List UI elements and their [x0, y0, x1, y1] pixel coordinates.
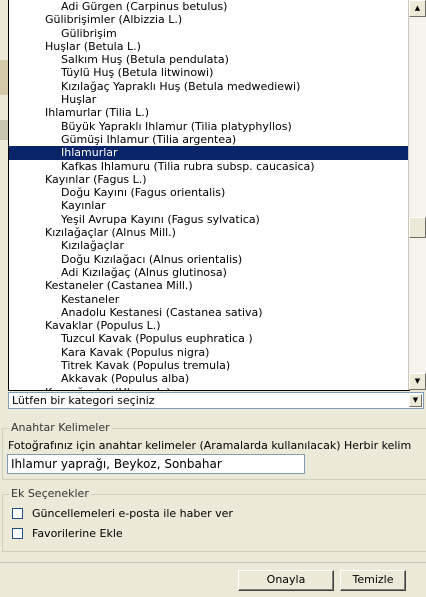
category-dropdown-list[interactable]: Adi Gürgen (Carpinus betulus) Gülibrişiml…: [8, 0, 410, 391]
category-option[interactable]: Kestaneler: [9, 293, 409, 306]
category-option[interactable]: Kızılağaçlar: [9, 239, 409, 252]
confirm-button[interactable]: Onayla: [238, 570, 334, 591]
category-group-option[interactable]: Kızılağaçlar (Alnus Mill.): [9, 226, 409, 239]
category-option[interactable]: Kafkas Ihlamuru (Tilia rubra subsp. cauc…: [9, 160, 409, 173]
scroll-down-button[interactable]: ▼: [409, 373, 426, 390]
vertical-scrollbar[interactable]: ▲ ▼: [408, 0, 426, 390]
category-option[interactable]: Ihlamurlar: [9, 146, 409, 160]
favorites-label: Favorilerine Ekle: [32, 527, 123, 540]
category-group-option[interactable]: Gülibrişimler (Albizzia L.): [9, 13, 409, 26]
category-group-option[interactable]: Ihlamurlar (Tilia L.): [9, 106, 409, 119]
category-option[interactable]: Huşlar: [9, 93, 409, 106]
category-option[interactable]: Doğu Kızılağacı (Alnus orientalis): [9, 253, 409, 266]
category-option[interactable]: Salkım Huş (Betula pendulata): [9, 53, 409, 66]
category-select-value: Lütfen bir kategori seçiniz: [12, 394, 155, 407]
email-updates-checkbox[interactable]: [12, 508, 23, 519]
keywords-description: Fotoğrafınız için anahtar kelimeler (Ara…: [8, 439, 412, 452]
category-group-option[interactable]: Huşlar (Betula L.): [9, 40, 409, 53]
category-option[interactable]: Büyük Yapraklı Ihlamur (Tilia platyphyll…: [9, 120, 409, 133]
category-option[interactable]: Anadolu Kestanesi (Castanea sativa): [9, 306, 409, 319]
scroll-thumb[interactable]: [409, 217, 426, 238]
category-option[interactable]: Tuzcul Kavak (Populus euphratica ): [9, 332, 409, 345]
action-bar: Onayla Temizle: [0, 562, 426, 597]
category-group-option[interactable]: Karaağaçlar (Ulmus L.): [9, 386, 409, 390]
category-option[interactable]: Gümüşi Ihlamur (Tilia argentea): [9, 133, 409, 146]
category-option[interactable]: Titrek Kavak (Populus tremula): [9, 359, 409, 372]
category-group-option[interactable]: Kavaklar (Populus L.): [9, 319, 409, 332]
category-group-option[interactable]: Kestaneler (Castanea Mill.): [9, 279, 409, 292]
category-option[interactable]: Adi Kızılağaç (Alnus glutinosa): [9, 266, 409, 279]
category-option[interactable]: Kızılağaç Yapraklı Huş (Betula medwediew…: [9, 80, 409, 93]
clear-button[interactable]: Temizle: [340, 570, 406, 591]
options-fieldset: [2, 494, 426, 552]
category-option[interactable]: Tüylü Huş (Betula litwinowi): [9, 66, 409, 79]
favorites-checkbox[interactable]: [12, 528, 23, 539]
category-option[interactable]: Yeşil Avrupa Kayını (Fagus sylvatica): [9, 213, 409, 226]
scroll-up-button[interactable]: ▲: [409, 0, 426, 17]
category-option[interactable]: Kayınlar: [9, 199, 409, 212]
category-option[interactable]: Kara Kavak (Populus nigra): [9, 346, 409, 359]
options-legend: Ek Seçenekler: [9, 487, 91, 500]
category-select[interactable]: Lütfen bir kategori seçiniz ▼: [8, 392, 424, 409]
category-option[interactable]: Doğu Kayını (Fagus orientalis): [9, 186, 409, 199]
keywords-input[interactable]: [7, 454, 305, 474]
chevron-down-icon[interactable]: ▼: [409, 394, 422, 407]
category-option[interactable]: Adi Gürgen (Carpinus betulus): [9, 0, 409, 13]
keywords-legend: Anahtar Kelimeler: [9, 421, 112, 434]
email-updates-label: Güncellemeleri e-posta ile haber ver: [32, 507, 233, 520]
category-option[interactable]: Akkavak (Populus alba): [9, 372, 409, 385]
category-group-option[interactable]: Kayınlar (Fagus L.): [9, 173, 409, 186]
category-option[interactable]: Gülibrişim: [9, 27, 409, 40]
